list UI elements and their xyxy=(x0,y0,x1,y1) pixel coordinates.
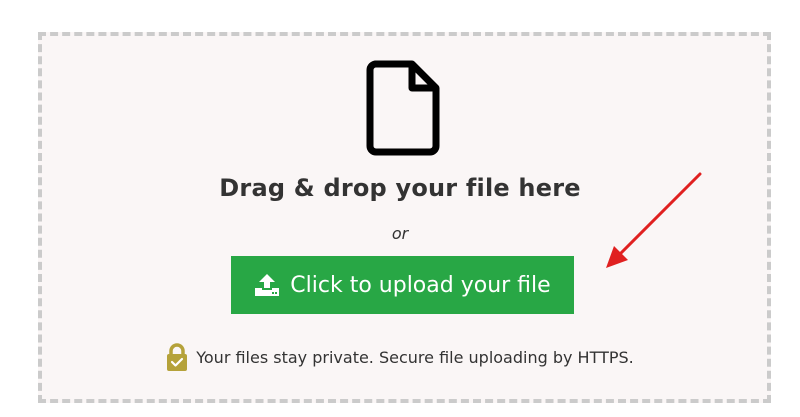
upload-button-label: Click to upload your file xyxy=(290,272,551,298)
upload-file-button[interactable]: Click to upload your file xyxy=(231,256,574,314)
upload-icon xyxy=(255,274,280,296)
red-arrow-icon xyxy=(606,172,702,268)
privacy-note: Your files stay private. Secure file upl… xyxy=(0,342,800,372)
lock-icon xyxy=(167,343,188,371)
file-icon xyxy=(366,60,440,156)
privacy-note-text: Your files stay private. Secure file upl… xyxy=(196,347,634,367)
page: Drag & drop your file here or Click to u… xyxy=(0,0,800,417)
